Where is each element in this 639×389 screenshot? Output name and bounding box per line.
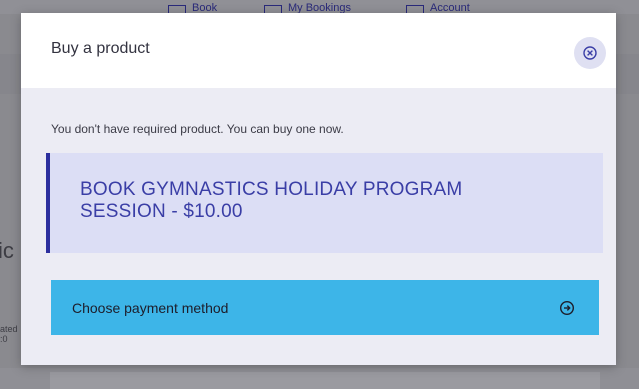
background-side-small: ated :0 [0,324,18,344]
modal-message: You don't have required product. You can… [51,122,344,136]
product-card: BOOK GYMNASTICS HOLIDAY PROGRAM SESSION … [46,153,603,253]
payment-button-label: Choose payment method [72,300,229,316]
close-button[interactable] [574,37,606,69]
background-nav-book: Book [168,0,217,14]
modal-title: Buy a product [51,40,150,57]
background-nav-my-bookings: My Bookings [264,0,351,14]
arrow-right-circle-icon [559,300,575,316]
modal-header: Buy a product [21,13,616,88]
background-bottom-panel [50,372,600,389]
background-nav-account: Account [406,0,470,14]
buy-product-modal: Buy a product You don't have required pr… [21,13,616,365]
choose-payment-method-button[interactable]: Choose payment method [51,280,599,335]
close-icon [583,46,597,60]
background-side-text: ic [0,238,14,263]
product-name: BOOK GYMNASTICS HOLIDAY PROGRAM SESSION … [80,179,463,222]
app-stage: Book My Bookings Account ic ated :0 Buy … [0,0,639,389]
